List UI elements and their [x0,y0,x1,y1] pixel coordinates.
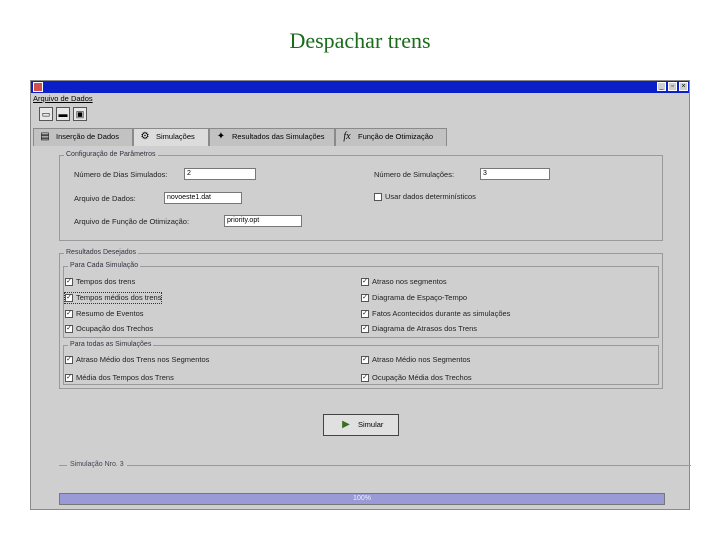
cb-media-tempos[interactable]: ✓ Média dos Tempos dos Trens [65,373,174,383]
cb-atraso-medio-segmentos[interactable]: ✓ Atraso Médio nos Segmentos [361,355,470,365]
cb-resumo-eventos[interactable]: ✓ Resumo de Eventos [65,309,144,319]
check-icon: ✓ [65,278,73,287]
status-separator [59,465,691,466]
progress-text: 100% [353,495,371,502]
tab-simulacoes[interactable]: ⚙ Simulações [133,128,209,146]
menu-arquivo-de-dados[interactable]: Arquivo de Dados [33,94,93,103]
slide-title: Despachar trens [289,28,431,53]
cb-ocupacao-trechos[interactable]: ✓ Ocupação dos Trechos [65,324,153,334]
tab-resultados[interactable]: ✦ Resultados das Simulações [209,128,335,146]
check-icon: ✓ [361,356,369,365]
check-icon: ✓ [65,325,73,334]
check-icon: ✓ [65,294,73,303]
cb-diagrama-atrasos[interactable]: ✓ Diagrama de Atrasos dos Trens [361,324,477,334]
sims-label: Número de Simulações: [374,170,455,179]
per-sim-legend: Para Cada Simulação [68,261,141,271]
app-icon [33,82,43,92]
simulate-icon: ▶ [342,419,350,430]
check-icon: ✓ [361,294,369,303]
simulation-number-label: Simulação Nro. 3 [67,461,127,468]
check-icon: ✓ [361,278,369,287]
days-field[interactable]: 2 [184,168,256,180]
open-folder-icon[interactable]: ▬ [56,107,70,121]
check-icon: ✓ [65,356,73,365]
checkbox-icon [374,193,382,202]
all-sims-group: Para todas as Simulações ✓ Atraso Médio d… [63,340,659,385]
data-file-field[interactable]: novoeste1.dat [164,192,242,204]
close-icon[interactable]: × [679,82,688,91]
data-file-label: Arquivo de Dados: [74,194,136,203]
check-icon: ✓ [361,310,369,319]
results-icon: ✦ [216,131,226,142]
save-disk-icon[interactable]: ▣ [73,107,87,121]
all-sims-legend: Para todas as Simulações [68,340,154,350]
per-sim-group: Para Cada Simulação ✓ Tempos dos trens ✓ T… [63,261,659,338]
config-legend: Configuração de Parâmetros [64,150,158,160]
opt-file-label: Arquivo de Função de Otimização: [74,217,190,226]
menu-bar: Arquivo de Dados [33,94,93,103]
gear-icon: ⚙ [140,131,150,142]
cb-tempos-trens[interactable]: ✓ Tempos dos trens [65,277,135,287]
fx-icon: fx [343,131,351,142]
progress-bar: 100% [59,493,665,505]
tab-insercao-de-dados[interactable]: ▤ Inserção de Dados [33,128,133,146]
minimize-icon[interactable]: _ [657,82,666,91]
check-icon: ✓ [361,325,369,334]
check-icon: ✓ [65,310,73,319]
check-icon: ✓ [361,374,369,383]
cb-atraso-segmentos[interactable]: ✓ Atraso nos segmentos [361,277,447,287]
results-group: Resultados Desejados Para Cada Simulação… [59,248,663,389]
check-icon: ✓ [65,374,73,383]
tab-funcao-otimizacao[interactable]: fx Função de Otimização [335,128,447,146]
cb-ocupacao-media[interactable]: ✓ Ocupação Média dos Trechos [361,373,472,383]
opt-file-field[interactable]: priority.opt [224,215,302,227]
deterministic-checkbox[interactable]: Usar dados determinísticos [374,192,476,202]
window-titlebar: _ ▫ × [31,81,689,93]
new-document-icon[interactable]: ▭ [39,107,53,121]
cb-diagrama-espaco-tempo[interactable]: ✓ Diagrama de Espaço-Tempo [361,293,467,303]
cb-atraso-medio-trens[interactable]: ✓ Atraso Médio dos Trens nos Segmentos [65,355,209,365]
days-label: Número de Dias Simulados: [74,170,168,179]
results-legend: Resultados Desejados [64,248,139,258]
maximize-icon[interactable]: ▫ [668,82,677,91]
cb-fatos-acontecidos[interactable]: ✓ Fatos Acontecidos durante as simulações [361,309,510,319]
cb-tempos-medios[interactable]: ✓ Tempos médios dos trens [63,292,163,304]
config-group: Configuração de Parâmetros Número de Dia… [59,150,663,241]
simulate-button[interactable]: ▶ Simular [323,414,399,436]
table-icon: ▤ [40,131,50,142]
sims-field[interactable]: 3 [480,168,550,180]
app-window: _ ▫ × Arquivo de Dados ▭ ▬ ▣ ▤ Inserção … [30,80,691,510]
